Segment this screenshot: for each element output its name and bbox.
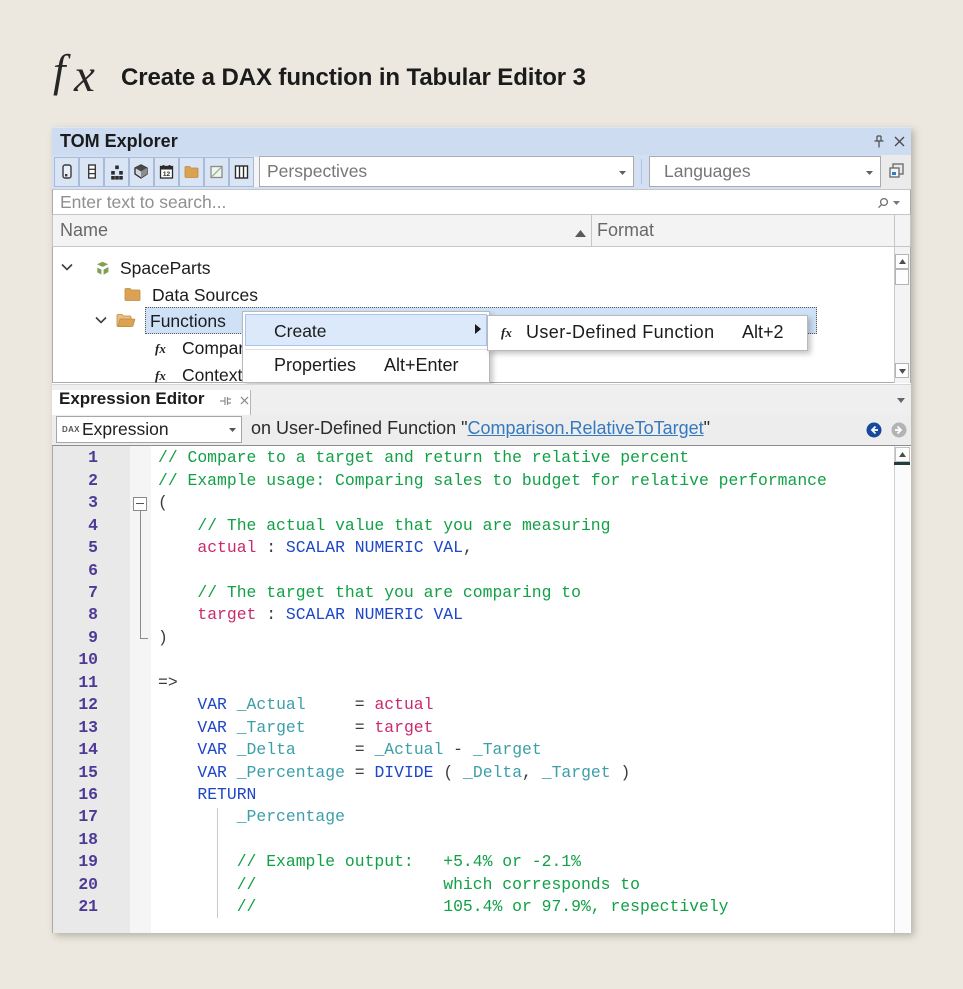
svg-text:12: 12 bbox=[163, 171, 171, 178]
